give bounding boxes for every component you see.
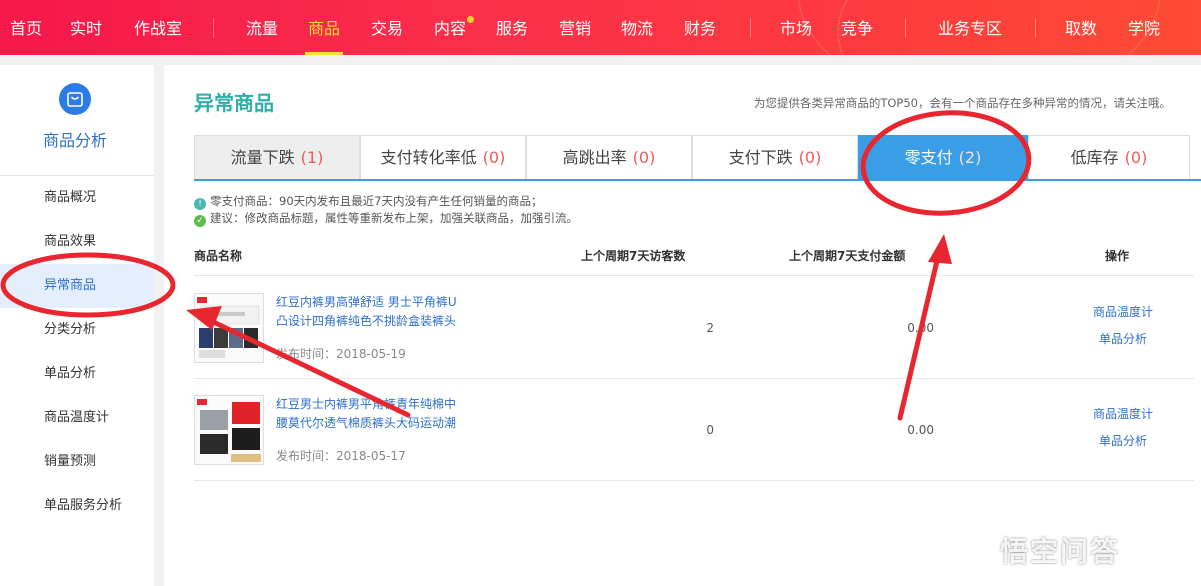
nav-logistics[interactable]: 物流 — [621, 0, 653, 55]
nav-finance[interactable]: 财务 — [684, 0, 716, 55]
tab-count: (0) — [632, 148, 656, 167]
nav-products[interactable]: 商品 — [304, 0, 344, 55]
watermark-text: 悟空问答 — [1000, 535, 1121, 568]
nav-marketing[interactable]: 营销 — [559, 0, 591, 55]
tab-count: (1) — [300, 148, 324, 167]
nav-war-room[interactable]: 作战室 — [134, 0, 182, 55]
sidebar: 商品分析 商品概况 商品效果 异常商品 分类分析 单品分析 商品温度计 销量预测… — [0, 65, 154, 586]
product-thumbnail[interactable] — [194, 293, 264, 363]
table-row: 红豆男士内裤男平角裤青年纯棉中腰莫代尔透气棉质裤头大码运动潮 发布时间：2018… — [194, 379, 1194, 479]
column-header-visitors: 上个周期7天访客数 — [581, 249, 686, 263]
sidebar-item-sales-forecast[interactable]: 销量预测 — [0, 440, 154, 484]
nav-divider — [905, 18, 906, 38]
product-thermometer-link[interactable]: 商品温度计 — [1083, 303, 1163, 320]
nav-data-fetch[interactable]: 取数 — [1065, 0, 1097, 55]
product-name-link[interactable]: 红豆男士内裤男平角裤青年纯棉中腰莫代尔透气棉质裤头大码运动潮 — [276, 395, 466, 433]
main-panel: 异常商品 为您提供各类异常商品的TOP50，会有一个商品存在多种异常的情况，请关… — [164, 65, 1201, 586]
nav-academy[interactable]: 学院 — [1128, 0, 1160, 55]
tab-label: 支付下跌 — [728, 148, 793, 167]
row-divider — [194, 480, 1194, 481]
watermark-logo-icon — [958, 538, 996, 564]
sidebar-item-category-analysis[interactable]: 分类分析 — [0, 308, 154, 352]
info-icon: ! — [194, 198, 206, 210]
nav-divider — [213, 18, 214, 38]
amount-value: 0.00 — [907, 321, 934, 335]
page-note: 为您提供各类异常商品的TOP50，会有一个商品存在多种异常的情况，请关注哦。 — [753, 96, 1171, 110]
tab-payment-drop[interactable]: 支付下跌 (0) — [692, 135, 858, 179]
product-name-link[interactable]: 红豆内裤男高弹舒适 男士平角裤U凸设计四角裤纯色不挑龄盒装裤头 — [276, 293, 466, 331]
layout-gap — [154, 65, 164, 586]
column-header-product: 商品名称 — [194, 249, 243, 263]
amount-value: 0.00 — [907, 423, 934, 437]
column-header-actions: 操作 — [1105, 249, 1130, 263]
check-icon: ✓ — [194, 215, 206, 227]
tip-suggestion-text: 建议：修改商品标题，属性等重新发布上架，加强关联商品，加强引流。 — [210, 211, 578, 225]
single-product-analysis-link[interactable]: 单品分析 — [1083, 330, 1163, 347]
tabs-underline — [194, 179, 1201, 181]
tab-low-stock[interactable]: 低库存 (0) — [1028, 135, 1190, 179]
tab-label: 高跳出率 — [562, 148, 627, 167]
header-divider — [194, 275, 1194, 276]
tab-zero-payment[interactable]: 零支付 (2) — [858, 135, 1028, 181]
visitors-value: 2 — [706, 321, 714, 335]
publish-date: 发布时间：2018-05-19 — [276, 347, 406, 361]
visitors-value: 0 — [706, 423, 714, 437]
column-header-amount: 上个周期7天支付金额 — [789, 249, 906, 263]
nav-competition[interactable]: 竞争 — [841, 0, 873, 55]
sidebar-item-product-thermometer[interactable]: 商品温度计 — [0, 396, 154, 440]
page-title: 异常商品 — [194, 91, 274, 115]
nav-divider — [1035, 18, 1036, 38]
tab-label: 支付转化率低 — [380, 148, 477, 167]
sidebar-item-abnormal-products[interactable]: 异常商品 — [0, 264, 154, 308]
publish-date: 发布时间：2018-05-17 — [276, 449, 406, 463]
product-thermometer-link[interactable]: 商品温度计 — [1083, 405, 1163, 422]
top-navigation-bar: 首页 实时 作战室 流量 商品 交易 内容 服务 营销 物流 财务 市场 竞争 … — [0, 0, 1201, 55]
table-row: 红豆内裤男高弹舒适 男士平角裤U凸设计四角裤纯色不挑龄盒装裤头 发布时间：201… — [194, 277, 1194, 377]
tip-info-text: 零支付商品：90天内发布且最近7天内没有产生任何销量的商品； — [210, 194, 543, 208]
sidebar-title: 商品分析 — [42, 131, 107, 150]
single-product-analysis-link[interactable]: 单品分析 — [1083, 432, 1163, 449]
notification-dot — [467, 16, 475, 23]
tip-suggestion: ✓ 建议：修改商品标题，属性等重新发布上架，加强关联商品，加强引流。 — [194, 210, 578, 227]
tab-high-bounce[interactable]: 高跳出率 (0) — [526, 135, 692, 179]
tab-label: 零支付 — [904, 148, 953, 167]
tab-label: 低库存 — [1070, 148, 1119, 167]
tab-count: (0) — [798, 148, 822, 167]
nav-business-zone[interactable]: 业务专区 — [938, 0, 1002, 55]
tip-info: ! 零支付商品：90天内发布且最近7天内没有产生任何销量的商品； — [194, 193, 542, 210]
tab-low-conversion[interactable]: 支付转化率低 (0) — [360, 135, 526, 179]
tab-label: 流量下跌 — [230, 148, 295, 167]
shopping-bag-icon — [59, 83, 91, 115]
product-thumbnail[interactable] — [194, 395, 264, 465]
nav-realtime[interactable]: 实时 — [70, 0, 102, 55]
nav-market[interactable]: 市场 — [780, 0, 812, 55]
sidebar-item-product-overview[interactable]: 商品概况 — [0, 176, 154, 220]
nav-content[interactable]: 内容 — [434, 0, 475, 55]
tab-count: (2) — [958, 148, 982, 167]
nav-trade[interactable]: 交易 — [371, 0, 403, 55]
nav-service[interactable]: 服务 — [496, 0, 528, 55]
tab-traffic-drop[interactable]: 流量下跌 (1) — [194, 135, 360, 179]
nav-home[interactable]: 首页 — [10, 0, 42, 55]
nav-content-label: 内容 — [434, 19, 467, 38]
sidebar-item-single-product-analysis[interactable]: 单品分析 — [0, 352, 154, 396]
nav-traffic[interactable]: 流量 — [246, 0, 278, 55]
sidebar-item-service-analysis[interactable]: 单品服务分析 — [0, 484, 154, 528]
nav-divider — [750, 18, 751, 38]
sidebar-item-product-effect[interactable]: 商品效果 — [0, 220, 154, 264]
abnormal-type-tabs: 流量下跌 (1) 支付转化率低 (0) 高跳出率 (0) 支付下跌 (0) 零支付 (2)… — [194, 135, 1194, 181]
tab-count: (0) — [482, 148, 506, 167]
tab-count: (0) — [1124, 148, 1148, 167]
